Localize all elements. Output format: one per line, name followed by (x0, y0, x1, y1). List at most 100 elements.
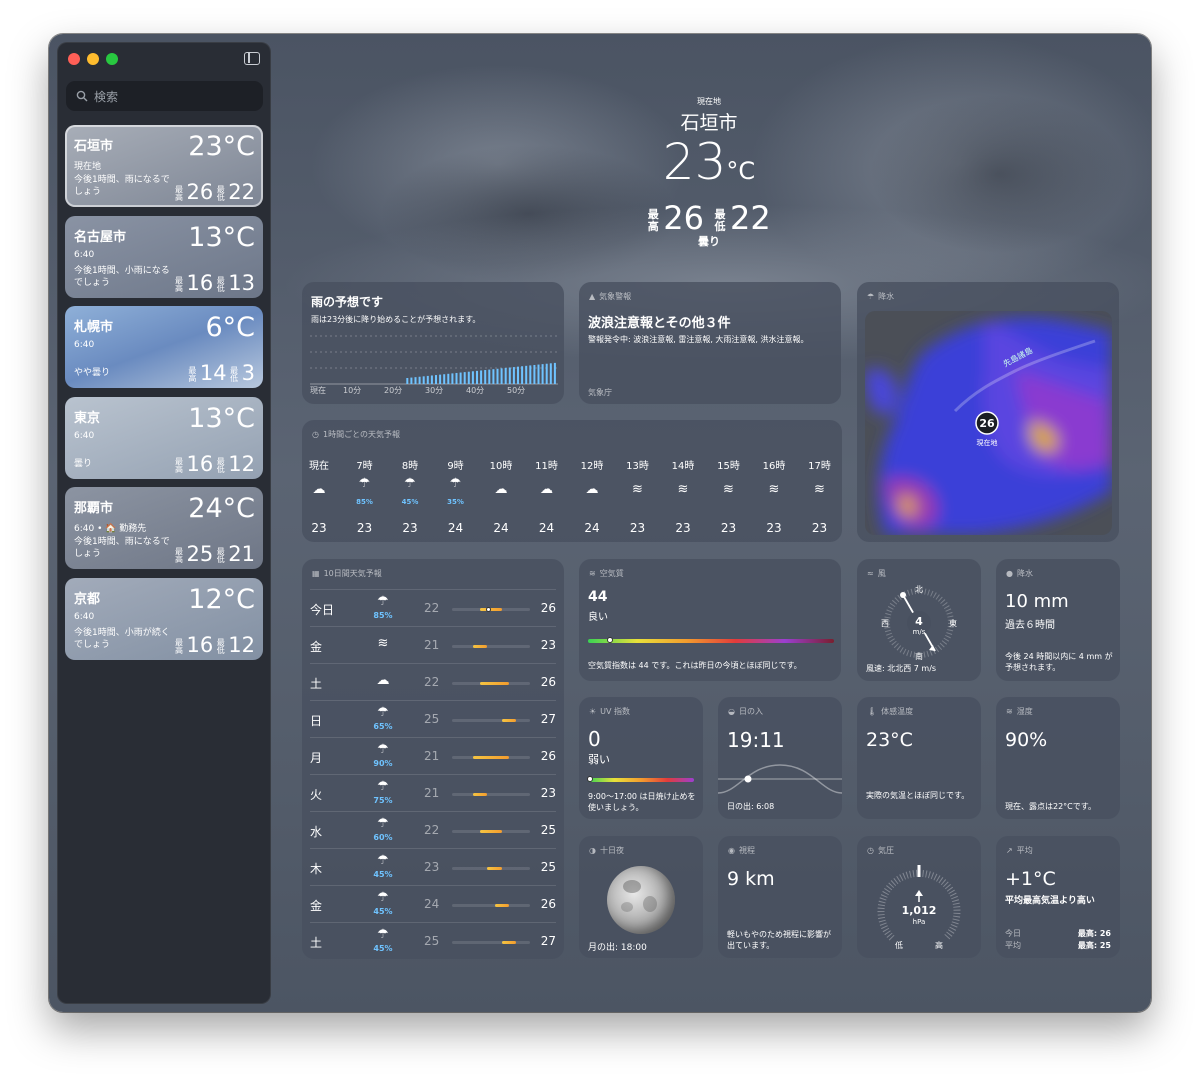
city-condition: やや曇り (74, 368, 111, 378)
weather-alert-panel[interactable]: ▲ 気象警報 波浪注意報とその他３件 警報発令中: 波浪注意報, 雷注意報, 大雨… (579, 282, 841, 404)
city-hi-label: 最高 (175, 637, 184, 655)
precip-period: 過去６時間 (1005, 620, 1055, 631)
average-panel[interactable]: ↗ 平均 +1°C 平均最高気温より高い 今日 最高: 26 平均 最高: 25 (996, 836, 1120, 958)
tenday-row[interactable]: 金 ☂ 45% 24 26 (310, 885, 556, 922)
moonrise-time: 月の出: 18:00 (588, 943, 647, 953)
humidity-panel[interactable]: ≋ 湿度 90% 現在、露点は22°Cです。 (996, 697, 1120, 819)
visibility-value: 9 km (727, 868, 775, 890)
moon-phase-panel[interactable]: ◑ 十日夜 月の出: 18:00 (579, 836, 703, 958)
rain-icon: ☂ (377, 816, 389, 831)
pressure-value: 1,012 (902, 904, 937, 917)
feels-like-panel[interactable]: 🌡 体感温度 23°C 実際の気温とほぼ同じです。 (857, 697, 981, 819)
tenday-row[interactable]: 月 ☂ 90% 21 26 (310, 737, 556, 774)
sun-path-chart (718, 764, 842, 794)
sunset-panel[interactable]: ◒ 日の入 19:11 日の出: 6:08 (718, 697, 842, 819)
tenday-row[interactable]: 土 ☁ 22 26 (310, 663, 556, 700)
close-button[interactable] (68, 53, 80, 65)
rain-bar (410, 377, 413, 384)
rain-bar (418, 376, 421, 384)
air-quality-panel[interactable]: ≋ 空気質 44 良い 空気質指数は 44 です。これは昨日の今頃とほぼ同じです。 (579, 559, 841, 681)
rain-bar (525, 365, 528, 384)
wind-icon: ≋ (814, 482, 825, 497)
feels-desc: 実際の気温とほぼ同じです。 (866, 791, 970, 800)
pressure-panel[interactable]: ◷ 気圧 1,012 hPa 低 高 (857, 836, 981, 958)
city-card-4[interactable]: 那覇市 6:40 • 🏠 勤務先 24°C 今後1時間、雨になるでしょう 最高 2… (65, 487, 263, 569)
ten-day-forecast-panel[interactable]: ▦ 10日間天気予報 今日 ☂ 85% 22 26 金 ≋ 21 23 土 ☁ 22 … (302, 559, 564, 959)
minimize-button[interactable] (87, 53, 99, 65)
rain-forecast-panel[interactable]: 雨の予想です 雨は23分後に降り始めることが予想されます。 現在 10分 20分 30… (302, 282, 564, 404)
tenday-high: 25 (540, 823, 556, 837)
city-lo-label: 最低 (230, 366, 239, 383)
hourly-header: ◷ 1時間ごとの天気予報 (312, 430, 400, 439)
sidebar: 検索 石垣市 現在地 23°C 今後1時間、雨になるでしょう 最高 26 最低 22… (57, 42, 271, 1004)
city-temperature: 6°C (205, 312, 255, 343)
tenday-row[interactable]: 木 ☂ 45% 23 25 (310, 848, 556, 885)
rain-axis-tick: 30分 (425, 386, 444, 395)
pressure-unit: hPa (913, 918, 926, 926)
hourly-time: 現在 (309, 461, 329, 472)
city-card-5[interactable]: 京都 6:40 12°C 今後1時間、小雨が続くでしょう 最高 16 最低 12 (65, 577, 263, 660)
alert-header: ▲ 気象警報 (589, 292, 632, 301)
visibility-panel[interactable]: ◉ 視程 9 km 軽いもやのため視程に影響が出ています。 (718, 836, 842, 958)
moon-image (607, 866, 675, 934)
aq-indicator (607, 637, 614, 643)
rain-bar (435, 375, 437, 384)
sunrise-time: 日の出: 6:08 (727, 802, 775, 811)
sidebar-toggle-icon[interactable] (244, 52, 260, 65)
rain-axis-tick: 10分 (343, 386, 362, 395)
location-pin-label: 現在地 (977, 438, 998, 447)
precipitation-map-panel[interactable]: ☂ 降水 先島諸島 26 現在地 (857, 282, 1119, 542)
tenday-range-fill (473, 756, 509, 759)
tenday-range-fill (501, 719, 516, 722)
tenday-range-bar (452, 719, 530, 722)
hourly-time: 14時 (671, 461, 695, 472)
tenday-row[interactable]: 日 ☂ 65% 25 27 (310, 700, 556, 737)
city-card-3[interactable]: 東京 6:40 13°C 曇り 最高 16 最低 12 (65, 396, 263, 479)
tenday-low: 22 (424, 675, 440, 689)
aq-header: ≋ 空気質 (589, 569, 624, 578)
zoom-button[interactable] (106, 53, 118, 65)
search-field[interactable]: 検索 (66, 81, 263, 111)
city-card-2[interactable]: 札幌市 6:40 6°C やや曇り 最高 14 最低 3 (65, 306, 263, 388)
rain-chart (310, 335, 558, 385)
uv-index-panel[interactable]: ☀ UV 指数 0 弱い 9:00〜17:00 は日焼け止めを使いましょう。 (579, 697, 703, 819)
rain-bar (467, 371, 470, 384)
city-hi-lo: 最高 26 最低 22 (175, 182, 255, 203)
rain-bar (500, 368, 503, 384)
precipitation-panel[interactable]: ● 降水 10 mm 過去６時間 今後 24 時間以内に 4 mm が予想されます… (996, 559, 1120, 681)
tenday-row[interactable]: 金 ≋ 21 23 (310, 626, 556, 663)
pressure-gauge: 1,012 hPa 低 高 (877, 865, 961, 950)
tenday-range-bar (452, 682, 530, 685)
tenday-row[interactable]: 水 ☂ 60% 22 25 (310, 811, 556, 848)
city-subtitle: 6:40 (74, 340, 95, 350)
precip-desc: 今後 24 時間以内に 4 mm が予想されます。 (1005, 652, 1113, 672)
radar-map[interactable]: 先島諸島 26 現在地 (865, 311, 1112, 535)
tenday-day: 水 (310, 825, 323, 839)
city-card-1[interactable]: 名古屋市 6:40 13°C 今後1時間、小雨になるでしょう 最高 16 最低 13 (65, 215, 263, 298)
rain-bar (545, 363, 548, 384)
rain-bar (414, 377, 417, 384)
rain-icon: ☂ (377, 742, 389, 757)
rain-bar (553, 362, 556, 384)
tenday-high: 27 (540, 934, 556, 948)
hourly-forecast-panel[interactable]: ◷ 1時間ごとの天気予報 現在 ☁ 23 7時 ☂ 85% 23 8時 ☂ 45% 2… (302, 420, 842, 542)
tenday-high: 27 (540, 712, 556, 726)
uv-desc: 9:00〜17:00 は日焼け止めを使いましょう。 (588, 792, 696, 812)
tenday-row[interactable]: 今日 ☂ 85% 22 26 (310, 589, 556, 626)
cloud-icon: ☁ (376, 673, 390, 688)
alert-source: 気象庁 (588, 388, 612, 397)
hourly-precip: 85% (356, 498, 373, 506)
tenday-row[interactable]: 土 ☂ 45% 25 27 (310, 922, 556, 959)
city-name: 石垣市 (74, 139, 114, 154)
wind-panel[interactable]: ≈ 風 北 南 東 西 4 m/s 風速: 北北西 7 m/s (857, 559, 981, 681)
tenday-row[interactable]: 火 ☂ 75% 21 23 (310, 774, 556, 811)
rain-bar (484, 370, 487, 384)
tenday-precip: 85% (373, 611, 393, 620)
rain-icon: ☂ (358, 476, 371, 491)
city-card-0[interactable]: 石垣市 現在地 23°C 今後1時間、雨になるでしょう 最高 26 最低 22 (65, 125, 263, 207)
hourly-temp: 24 (493, 521, 509, 535)
city-lo: 12 (228, 632, 255, 657)
cloud-texture (869, 94, 1129, 254)
radar-overlay: 先島諸島 26 現在地 (865, 317, 1112, 535)
hourly-time: 16時 (762, 461, 786, 472)
